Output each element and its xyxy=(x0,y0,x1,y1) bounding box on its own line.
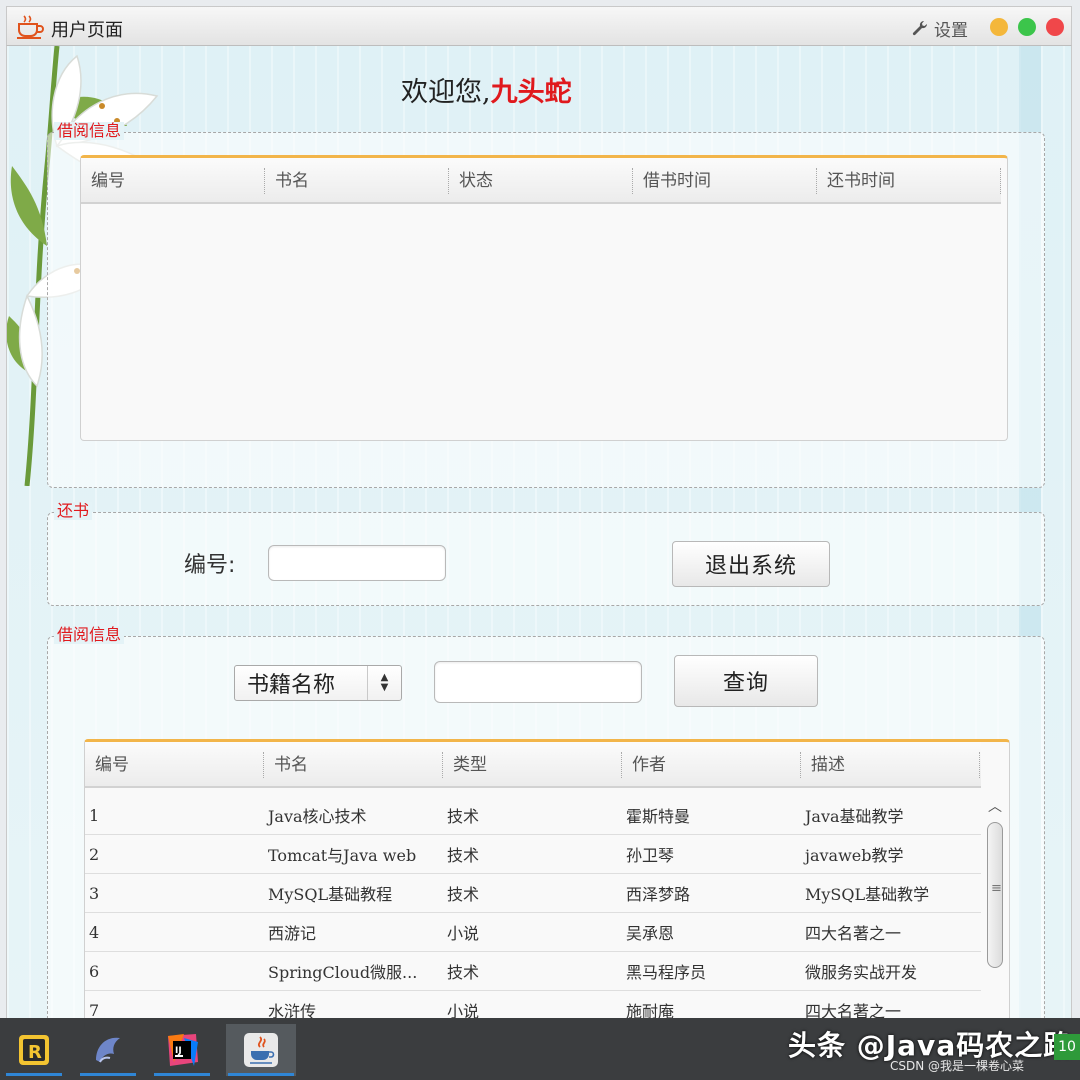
cell-id: 1 xyxy=(89,805,100,825)
java-cup-icon xyxy=(244,1033,278,1067)
search-input[interactable] xyxy=(434,661,642,703)
borrow-table-header: 编号 书名 状态 借书时间 还书时间 xyxy=(81,158,1001,204)
book-col-title[interactable]: 书名 xyxy=(264,742,443,786)
borrow-info-group: 借阅信息 编号 书名 状态 借书时间 还书时间 xyxy=(47,122,1045,488)
cell-type: 技术 xyxy=(447,846,480,865)
book-search-title: 借阅信息 xyxy=(54,626,125,644)
wrench-icon xyxy=(912,20,928,35)
select-arrows-icon: ▲ ▼ xyxy=(367,666,401,700)
return-book-title: 还书 xyxy=(54,502,93,520)
taskbar-app-r[interactable]: R xyxy=(4,1024,64,1076)
book-col-description[interactable]: 描述 xyxy=(801,742,980,786)
cell-type: 技术 xyxy=(447,807,480,826)
cell-description: Java基础教学 xyxy=(805,807,904,826)
cell-type: 技术 xyxy=(447,963,480,982)
borrow-table: 编号 书名 状态 借书时间 还书时间 xyxy=(80,155,1008,441)
scroll-thumb[interactable] xyxy=(987,822,1003,968)
table-row[interactable]: 4 西游记 小说 吴承恩 四大名著之一 xyxy=(85,913,981,952)
cell-id: 2 xyxy=(89,844,100,864)
borrow-info-title: 借阅信息 xyxy=(54,122,125,140)
window-title: 用户页面 xyxy=(51,20,123,41)
dolphin-icon xyxy=(96,1037,120,1063)
coffee-cup-icon xyxy=(17,15,44,39)
table-row[interactable]: 1 Java核心技术 技术 霍斯特曼 Java基础教学 xyxy=(85,796,981,835)
cell-id: 4 xyxy=(89,922,100,942)
book-col-author[interactable]: 作者 xyxy=(622,742,801,786)
book-col-id[interactable]: 编号 xyxy=(85,742,264,786)
taskbar-app-dolphin[interactable] xyxy=(78,1024,138,1076)
close-button[interactable] xyxy=(1046,18,1064,36)
welcome-prefix: 欢迎您, xyxy=(401,77,491,108)
table-row[interactable]: 2 Tomcat与Java web 技术 孙卫琴 javaweb教学 xyxy=(85,835,981,874)
borrow-col-title[interactable]: 书名 xyxy=(265,158,449,202)
taskbar-indicator xyxy=(6,1073,62,1076)
main-content: 欢迎您,九头蛇 借阅信息 编号 书名 状态 借书时间 还书时间 还书 编号: 退… xyxy=(6,46,1072,1018)
cell-author: 霍斯特曼 xyxy=(626,807,691,826)
intellij-icon: IJ xyxy=(168,1034,198,1066)
cell-description: 微服务实战开发 xyxy=(805,963,918,982)
cell-id: 3 xyxy=(89,883,100,903)
return-id-label: 编号: xyxy=(184,553,236,578)
cell-description: javaweb教学 xyxy=(805,846,904,865)
cell-type: 小说 xyxy=(447,924,480,943)
book-search-group: 借阅信息 书籍名称 ▲ ▼ 查询 编号 书名 类型 作者 描述 1 Java核心技… xyxy=(47,626,1045,1018)
cell-title: Tomcat与Java web xyxy=(268,846,417,865)
svg-text:R: R xyxy=(28,1042,42,1063)
cell-title: 水浒传 xyxy=(268,1002,317,1018)
borrow-col-id[interactable]: 编号 xyxy=(81,158,265,202)
cell-description: 四大名著之一 xyxy=(805,1002,902,1018)
borrow-col-return-time[interactable]: 还书时间 xyxy=(817,158,1001,202)
table-row[interactable]: 6 SpringCloud微服... 技术 黑马程序员 微服务实战开发 xyxy=(85,952,981,991)
scroll-up-icon[interactable]: ︿ xyxy=(985,796,1005,816)
search-field-select[interactable]: 书籍名称 ▲ ▼ xyxy=(234,665,402,701)
window-titlebar: 用户页面 设置 xyxy=(6,6,1072,46)
taskbar-indicator xyxy=(228,1073,294,1076)
cell-author: 孙卫琴 xyxy=(626,846,675,865)
cell-author: 吴承恩 xyxy=(626,924,675,943)
watermark-small-text: CSDN @我是一棵卷心菜 xyxy=(890,1059,1025,1073)
cell-description: MySQL基础教学 xyxy=(805,885,930,904)
settings-button[interactable]: 设置 xyxy=(911,16,968,41)
search-field-value: 书籍名称 xyxy=(247,673,336,698)
table-row[interactable]: 7 水浒传 小说 施耐庵 四大名著之一 xyxy=(85,991,981,1019)
cell-title: Java核心技术 xyxy=(268,807,367,826)
svg-text:IJ: IJ xyxy=(175,1046,182,1056)
cell-author: 黑马程序员 xyxy=(626,963,707,982)
taskbar-app-intellij[interactable]: IJ xyxy=(152,1024,212,1076)
cell-title: MySQL基础教程 xyxy=(268,885,393,904)
welcome-username: 九头蛇 xyxy=(490,77,572,108)
cell-id: 6 xyxy=(89,961,100,981)
cell-type: 技术 xyxy=(447,885,480,904)
taskbar-indicator xyxy=(154,1073,210,1076)
maximize-button[interactable] xyxy=(1018,18,1036,36)
book-col-type[interactable]: 类型 xyxy=(443,742,622,786)
borrow-col-status[interactable]: 状态 xyxy=(449,158,633,202)
minimize-button[interactable] xyxy=(990,18,1008,36)
cell-id: 7 xyxy=(89,1000,100,1019)
cell-title: 西游记 xyxy=(268,924,317,943)
taskbar-app-java[interactable] xyxy=(226,1024,296,1076)
taskbar-indicator xyxy=(80,1073,136,1076)
return-id-input[interactable] xyxy=(268,545,446,581)
cell-description: 四大名著之一 xyxy=(805,924,902,943)
book-table: 编号 书名 类型 作者 描述 1 Java核心技术 技术 霍斯特曼 Java基础… xyxy=(84,739,1010,1018)
query-button[interactable]: 查询 xyxy=(674,655,818,707)
book-table-header: 编号 书名 类型 作者 描述 xyxy=(85,742,981,788)
tray-badge[interactable]: 10 xyxy=(1054,1034,1080,1060)
settings-label: 设置 xyxy=(934,21,968,41)
cell-title: SpringCloud微服... xyxy=(268,963,418,982)
book-table-body: 1 Java核心技术 技术 霍斯特曼 Java基础教学 2 Tomcat与Jav… xyxy=(85,796,981,1018)
welcome-message: 欢迎您,九头蛇 xyxy=(401,70,572,109)
table-row[interactable]: 3 MySQL基础教程 技术 西泽梦路 MySQL基础教学 xyxy=(85,874,981,913)
borrow-col-borrow-time[interactable]: 借书时间 xyxy=(633,158,817,202)
return-book-group: 还书 编号: 退出系统 xyxy=(47,502,1045,606)
cell-author: 施耐庵 xyxy=(626,1002,675,1018)
exit-system-button[interactable]: 退出系统 xyxy=(672,541,830,587)
r-app-icon: R xyxy=(19,1035,49,1065)
cell-author: 西泽梦路 xyxy=(626,885,691,904)
cell-type: 小说 xyxy=(447,1002,480,1018)
book-table-scrollbar[interactable]: ︿ xyxy=(985,796,1005,1018)
